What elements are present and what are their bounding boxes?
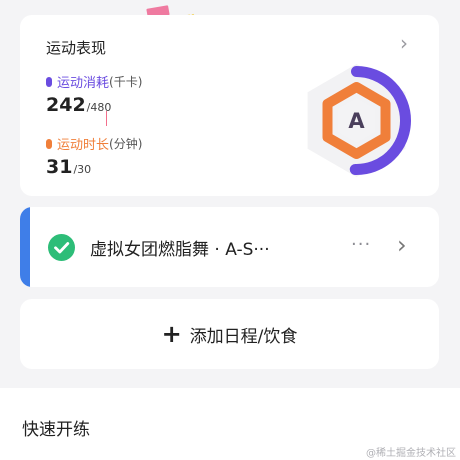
stats-title: 运动表现 [46,39,107,57]
exercise-stats-card[interactable]: 运动表现 › 运动消耗 (千卡) 242/480 运动时长 (分钟) 31/30… [20,15,439,196]
watermark: @稀土掘金技术社区 [366,448,456,459]
duration-name: 运动时长 [57,138,110,153]
quick-start-section: 快速开练 @稀土掘金技术社区 [0,388,460,460]
add-label: 添加日程/饮食 [189,326,298,347]
grade-letter: A [348,109,365,133]
calories-label: 运动消耗 (千卡) [46,72,142,91]
checkmark-icon[interactable] [48,234,75,261]
schedule-title: 虚拟女团燃脂舞 · A-S··· [90,240,270,260]
chevron-right-icon[interactable]: › [397,231,407,259]
schedule-accent-bar [20,207,30,287]
calories-unit: (千卡) [109,75,143,89]
duration-target: /30 [73,163,92,176]
calories-name: 运动消耗 [57,76,110,91]
duration-unit: (分钟) [109,137,143,151]
more-icon[interactable]: ··· [351,234,371,255]
calories-dot [46,76,52,87]
add-schedule-button[interactable]: + 添加日程/饮食 [20,299,439,369]
calories-target: /480 [86,101,112,114]
plus-icon: + [161,320,182,348]
schedule-card[interactable]: 虚拟女团燃脂舞 · A-S··· ··· › [20,207,439,287]
duration-label: 运动时长 (分钟) [46,134,142,153]
text-caret [106,111,107,126]
chevron-right-icon[interactable]: › [400,31,408,55]
duration-value: 31/30 [46,156,91,178]
section-title: 快速开练 [22,420,90,440]
calories-value: 242/480 [46,94,111,116]
duration-current: 31 [46,156,73,178]
calories-current: 242 [46,94,86,116]
duration-dot [46,138,52,149]
add-content: + 添加日程/饮食 [20,299,439,369]
progress-ring: A [307,64,411,177]
